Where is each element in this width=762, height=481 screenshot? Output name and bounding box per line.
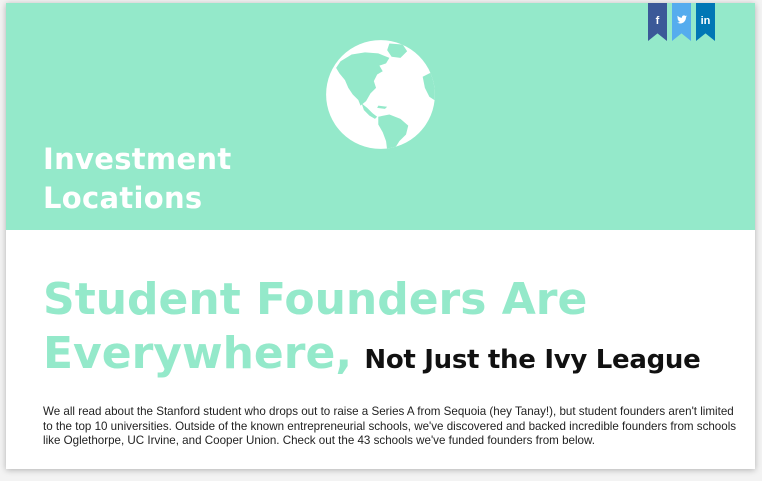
facebook-icon: f (655, 15, 660, 27)
headline-line1: Student Founders Are (43, 274, 588, 325)
headline-line2: Everywhere, Not Just the Ivy League (43, 328, 701, 379)
linkedin-share-button[interactable]: in (696, 3, 715, 41)
hero-title-line2: Locations (43, 181, 203, 215)
globe-icon (326, 40, 435, 149)
main-headline: Student Founders Are Everywhere, Not Jus… (43, 273, 743, 381)
intro-paragraph: We all read about the Stanford student w… (43, 405, 737, 447)
page-card: Investment Locations f in Student Founde… (6, 3, 755, 469)
hero-title: Investment Locations (43, 140, 232, 218)
hero-title-line1: Investment (43, 142, 232, 176)
social-share-bar: f in (648, 3, 720, 41)
twitter-share-button[interactable] (672, 3, 691, 41)
twitter-bird-icon (676, 15, 687, 24)
headline-subtitle: Not Just the Ivy League (364, 345, 701, 375)
facebook-share-button[interactable]: f (648, 3, 667, 41)
linkedin-icon: in (700, 15, 711, 27)
headline-accent: Everywhere, (43, 328, 353, 379)
hero-banner: Investment Locations f in (6, 3, 755, 230)
twitter-icon (676, 15, 687, 27)
